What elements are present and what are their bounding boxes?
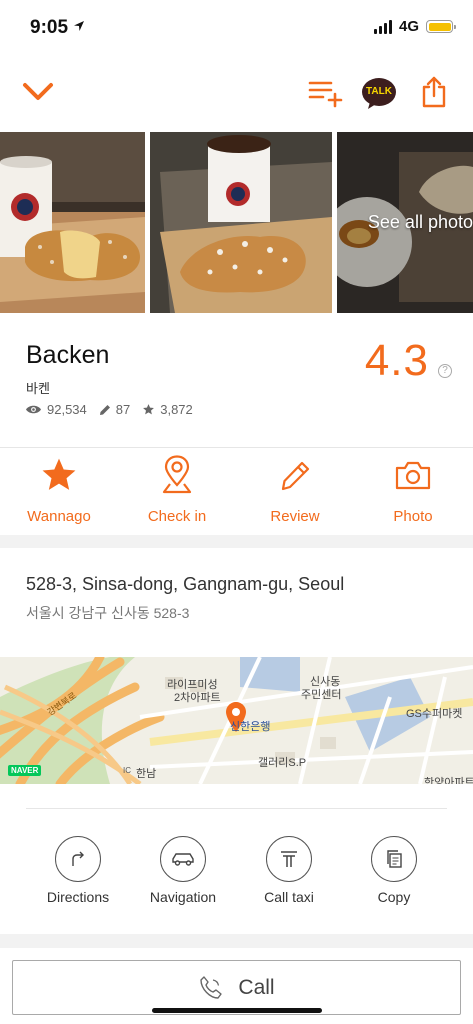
location-map[interactable]: 라이프미성 2차아파트 신한은행 신사동 주민센터 갤러리S.P GS수퍼마켓 …: [0, 657, 473, 784]
collapse-button[interactable]: [22, 82, 54, 107]
star-icon: [42, 458, 76, 490]
taxi-icon: [281, 851, 297, 867]
place-name: Backen: [26, 341, 110, 369]
navigation-button[interactable]: Navigation: [133, 836, 233, 905]
call-label: Call: [238, 975, 275, 999]
copy-button[interactable]: Copy: [344, 836, 444, 905]
review-button[interactable]: Review: [236, 454, 354, 525]
rating-score: 4.3: [364, 336, 429, 385]
divider: [26, 808, 447, 809]
copy-label: Copy: [377, 889, 411, 905]
rating-help-icon[interactable]: ?: [438, 364, 452, 378]
pencil-icon: [99, 404, 110, 415]
status-time: 9:05: [30, 17, 85, 39]
kakao-talk-label: TALK: [366, 86, 392, 97]
battery-icon: [426, 20, 456, 33]
share-button[interactable]: [420, 75, 448, 114]
section-gap: [0, 535, 473, 548]
photo-button[interactable]: Photo: [354, 454, 472, 525]
map-label-ic: IC: [123, 766, 131, 775]
review-label: Review: [270, 508, 320, 525]
car-icon: [172, 853, 194, 866]
croissant-coffee-photo: [150, 132, 332, 313]
map-label-building-2: 2차아파트: [174, 692, 221, 704]
photo-label: Photo: [393, 508, 433, 525]
photo-1[interactable]: [0, 132, 145, 313]
network-type: 4G: [398, 18, 419, 35]
wannago-count: 3,872: [160, 402, 193, 417]
eye-icon: [26, 405, 41, 414]
camera-icon: [395, 461, 431, 490]
address-local: 서울시 강남구 신사동 528-3: [26, 605, 190, 621]
chevron-down-icon: [23, 83, 53, 100]
reviews-stat: 87: [99, 402, 130, 417]
share-icon: [422, 76, 446, 108]
naver-logo: NAVER: [8, 765, 42, 776]
directions-button[interactable]: Directions: [28, 836, 128, 905]
home-indicator: [152, 1008, 322, 1013]
croissant-coffee-photo: [0, 132, 145, 313]
map-label-gallery: 갤러리S.P: [258, 757, 307, 769]
location-arrow-icon: [74, 21, 85, 31]
copy-icon: [387, 850, 402, 868]
navigation-label: Navigation: [149, 889, 217, 905]
map-label-bank: 신한은행: [230, 721, 271, 733]
photo-2[interactable]: [150, 132, 332, 313]
map-label-hannam: 한남: [136, 768, 157, 780]
map-label-market: GS수퍼마켓: [406, 708, 463, 720]
call-taxi-button[interactable]: Call taxi: [239, 836, 339, 905]
signal-icon: [373, 19, 392, 34]
map-label-apartment: 한양아파트: [424, 777, 473, 784]
place-local-name: 바켄: [26, 381, 50, 396]
address-main[interactable]: 528-3, Sinsa-dong, Gangnam-gu, Seoul: [26, 574, 344, 595]
call-button[interactable]: Call: [12, 960, 461, 1015]
views-count: 92,534: [47, 402, 87, 417]
status-indicators: 4G: [373, 18, 456, 35]
reviews-count: 87: [115, 402, 131, 417]
call-taxi-label: Call taxi: [264, 889, 314, 905]
place-stats: 92,534 87 3,872: [25, 402, 193, 417]
kakao-talk-share-button[interactable]: TALK: [361, 77, 397, 110]
see-all-photos-link[interactable]: See all photo: [368, 212, 473, 233]
section-gap: [0, 934, 473, 948]
wannago-stat: 3,872: [142, 402, 193, 417]
turn-right-icon: [72, 851, 84, 866]
check-in-button[interactable]: Check in: [118, 454, 236, 525]
wannago-label: Wannago: [27, 508, 91, 525]
views-stat: 92,534: [25, 402, 87, 417]
pencil-icon: [281, 461, 310, 491]
map-label-center-2: 주민센터: [301, 689, 342, 701]
divider: [0, 447, 473, 448]
location-pin-icon: [162, 455, 192, 494]
playlist-add-icon: [308, 81, 343, 108]
phone-icon: [200, 975, 223, 999]
star-icon: [143, 404, 155, 415]
directions-label: Directions: [46, 889, 110, 905]
check-in-label: Check in: [147, 508, 207, 525]
wannago-button[interactable]: Wannago: [0, 454, 118, 525]
add-to-list-button[interactable]: [307, 78, 345, 113]
